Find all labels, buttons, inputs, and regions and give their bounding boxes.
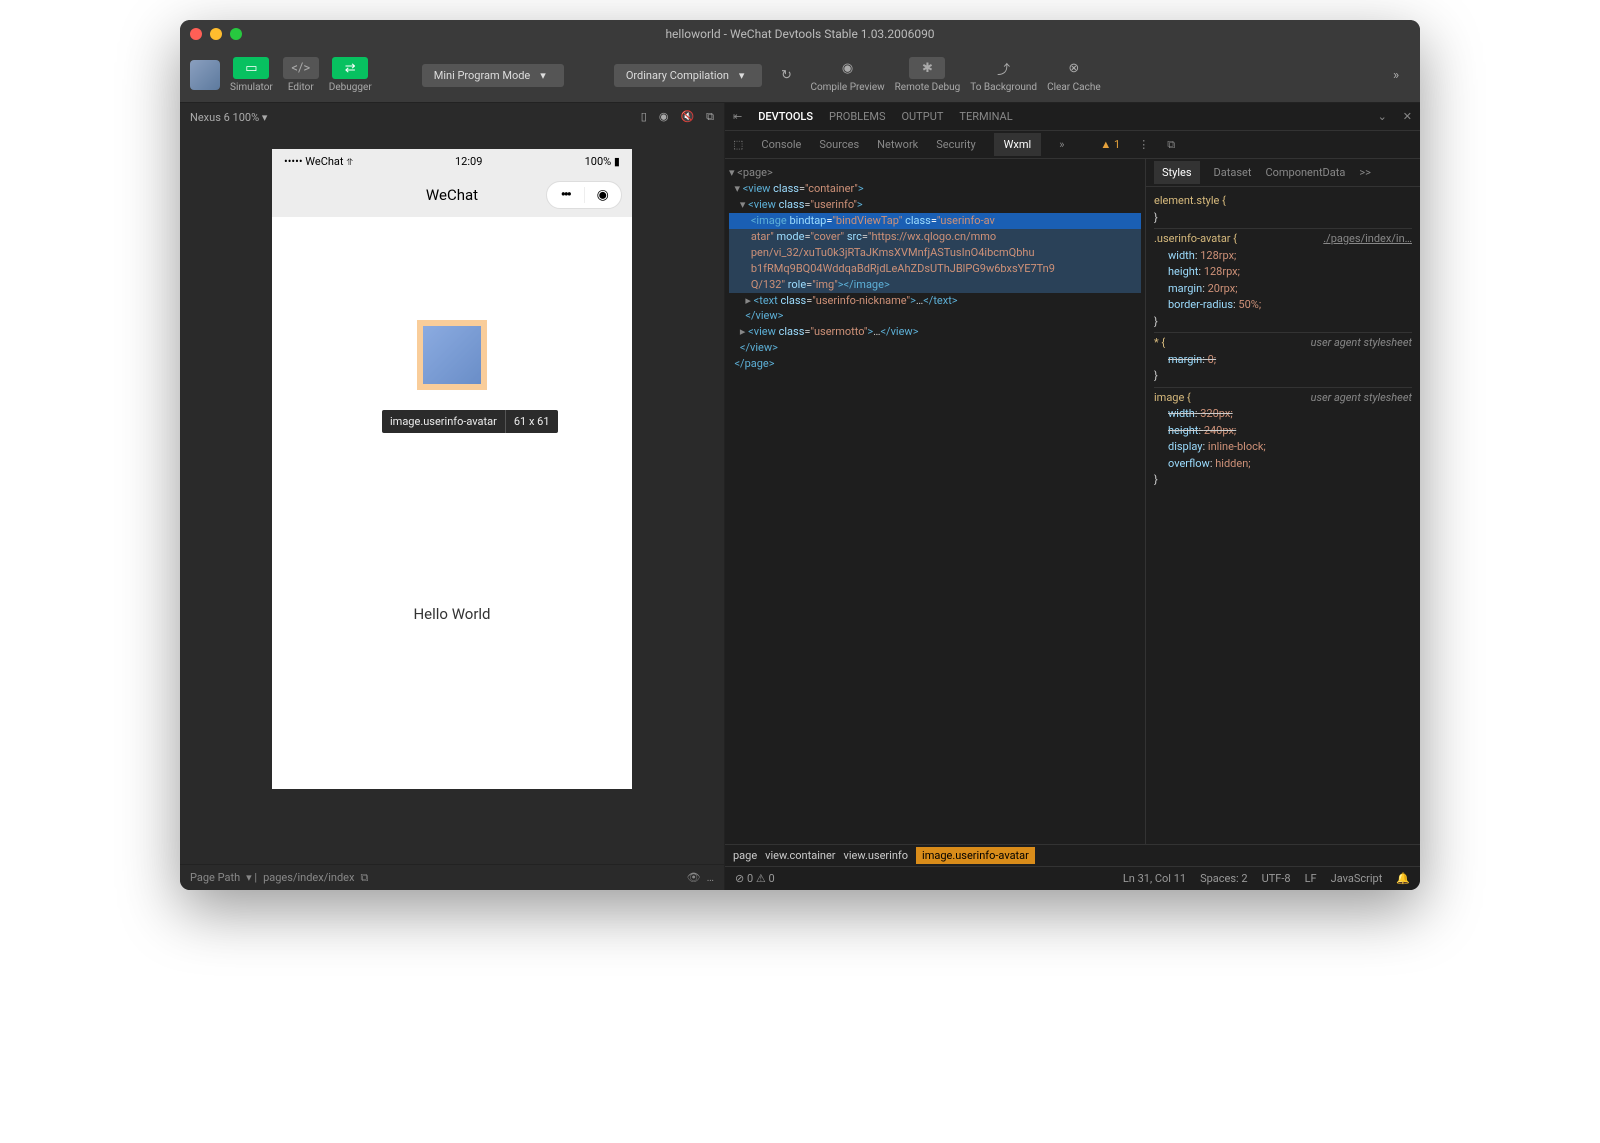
- tab-terminal[interactable]: TERMINAL: [959, 110, 1012, 123]
- app-window: helloworld - WeChat Devtools Stable 1.03…: [180, 20, 1420, 890]
- popout-icon[interactable]: ⧉: [1167, 138, 1175, 152]
- page-path-value: pages/index/index: [263, 871, 354, 884]
- simulator-panel: Nexus 6 100% ▾ ▯ ◉ 🔇 ⧉ ••••• WeChat ⥣ 12…: [180, 103, 725, 890]
- kebab-icon[interactable]: ⋮: [1138, 138, 1149, 151]
- styles-panel: Styles Dataset ComponentData >> element.…: [1145, 159, 1420, 844]
- userinfo-avatar-image[interactable]: [417, 320, 487, 390]
- hello-world-text: Hello World: [272, 605, 632, 623]
- copy-path-icon[interactable]: ⧉: [360, 871, 368, 885]
- dock-icon[interactable]: ⇤: [733, 110, 742, 123]
- capsule-menu[interactable]: •••◉: [546, 181, 622, 209]
- language-mode[interactable]: JavaScript: [1331, 872, 1383, 885]
- styles-more-icon[interactable]: >>: [1359, 166, 1371, 179]
- tab-output[interactable]: OUTPUT: [901, 110, 943, 123]
- subtab-wxml[interactable]: Wxml: [994, 133, 1042, 156]
- collapse-icon[interactable]: ⌄: [1378, 110, 1387, 123]
- editor-button[interactable]: </>Editor: [283, 57, 319, 93]
- tab-devtools[interactable]: DEVTOOLS: [758, 110, 813, 123]
- minimize-traffic-light[interactable]: [210, 28, 222, 40]
- compile-mode-dropdown[interactable]: Ordinary Compilation: [614, 64, 763, 87]
- warning-badge[interactable]: ▲ 1: [1100, 138, 1120, 151]
- device-rotate-icon[interactable]: ▯: [641, 110, 647, 124]
- record-icon[interactable]: ◉: [659, 110, 669, 124]
- wxml-tree[interactable]: ▾ <page> ▾ <view class="container"> ▾ <v…: [725, 159, 1145, 844]
- devtools-panel: ⇤ DEVTOOLS PROBLEMS OUTPUT TERMINAL ⌄ ✕ …: [725, 103, 1420, 890]
- more-footer-icon[interactable]: …: [707, 871, 714, 884]
- styles-tab-styles[interactable]: Styles: [1154, 161, 1200, 184]
- zoom-traffic-light[interactable]: [230, 28, 242, 40]
- simulator-button[interactable]: ▭Simulator: [230, 57, 273, 93]
- errors-badge[interactable]: ⊘ 0 ⚠ 0: [735, 872, 775, 885]
- tab-problems[interactable]: PROBLEMS: [829, 110, 885, 123]
- debugger-button[interactable]: ⇄Debugger: [329, 57, 372, 93]
- program-mode-dropdown[interactable]: Mini Program Mode: [422, 64, 564, 87]
- subtab-sources[interactable]: Sources: [819, 138, 859, 151]
- window-title: helloworld - WeChat Devtools Stable 1.03…: [180, 27, 1420, 41]
- to-background-button[interactable]: ⤴To Background: [970, 57, 1037, 93]
- indent-setting[interactable]: Spaces: 2: [1200, 872, 1248, 885]
- visibility-icon[interactable]: 👁: [687, 871, 701, 884]
- subtab-more-icon[interactable]: »: [1059, 138, 1064, 151]
- phone-nav-bar: WeChat •••◉: [272, 173, 632, 217]
- styles-tab-componentdata[interactable]: ComponentData: [1265, 166, 1345, 179]
- devtools-subtabs: ⬚ Console Sources Network Security Wxml …: [725, 131, 1420, 159]
- close-traffic-light[interactable]: [190, 28, 202, 40]
- clear-cache-button[interactable]: ⊗Clear Cache: [1047, 57, 1101, 93]
- status-bar: ⊘ 0 ⚠ 0 Ln 31, Col 11 Spaces: 2 UTF-8 LF…: [725, 866, 1420, 890]
- subtab-security[interactable]: Security: [936, 138, 975, 151]
- styles-tab-dataset[interactable]: Dataset: [1214, 166, 1252, 179]
- bell-icon[interactable]: 🔔: [1396, 872, 1410, 885]
- copy-icon[interactable]: ⧉: [706, 110, 714, 124]
- main-toolbar: ▭Simulator </>Editor ⇄Debugger Mini Prog…: [180, 48, 1420, 103]
- phone-frame: ••••• WeChat ⥣ 12:09 100% ▮ WeChat •••◉: [272, 149, 632, 789]
- cursor-position[interactable]: Ln 31, Col 11: [1123, 872, 1186, 885]
- element-inspect-tooltip: image.userinfo-avatar61 x 61: [382, 410, 558, 433]
- panel-tabs: ⇤ DEVTOOLS PROBLEMS OUTPUT TERMINAL ⌄ ✕: [725, 103, 1420, 131]
- device-label[interactable]: Nexus 6 100% ▾: [190, 111, 267, 124]
- titlebar: helloworld - WeChat Devtools Stable 1.03…: [180, 20, 1420, 48]
- styles-rules[interactable]: element.style { } .userinfo-avatar {./pa…: [1146, 187, 1420, 844]
- eol[interactable]: LF: [1305, 872, 1317, 885]
- mute-icon[interactable]: 🔇: [680, 110, 694, 124]
- phone-status-bar: ••••• WeChat ⥣ 12:09 100% ▮: [272, 149, 632, 173]
- refresh-icon[interactable]: ↻: [772, 61, 800, 89]
- nav-title: WeChat: [426, 186, 478, 204]
- compile-preview-button[interactable]: ◉Compile Preview: [810, 57, 884, 93]
- encoding[interactable]: UTF-8: [1262, 872, 1291, 885]
- remote-debug-button[interactable]: ✱Remote Debug: [895, 57, 961, 93]
- subtab-network[interactable]: Network: [877, 138, 918, 151]
- element-picker-icon[interactable]: ⬚: [733, 138, 743, 151]
- close-panel-icon[interactable]: ✕: [1403, 110, 1412, 123]
- more-icon[interactable]: »: [1382, 61, 1410, 89]
- user-avatar[interactable]: [190, 60, 220, 90]
- page-path-bar: Page Path▾ | pages/index/index ⧉ 👁 …: [180, 864, 724, 890]
- breadcrumb[interactable]: page view.container view.userinfo image.…: [725, 844, 1420, 866]
- subtab-console[interactable]: Console: [761, 138, 801, 151]
